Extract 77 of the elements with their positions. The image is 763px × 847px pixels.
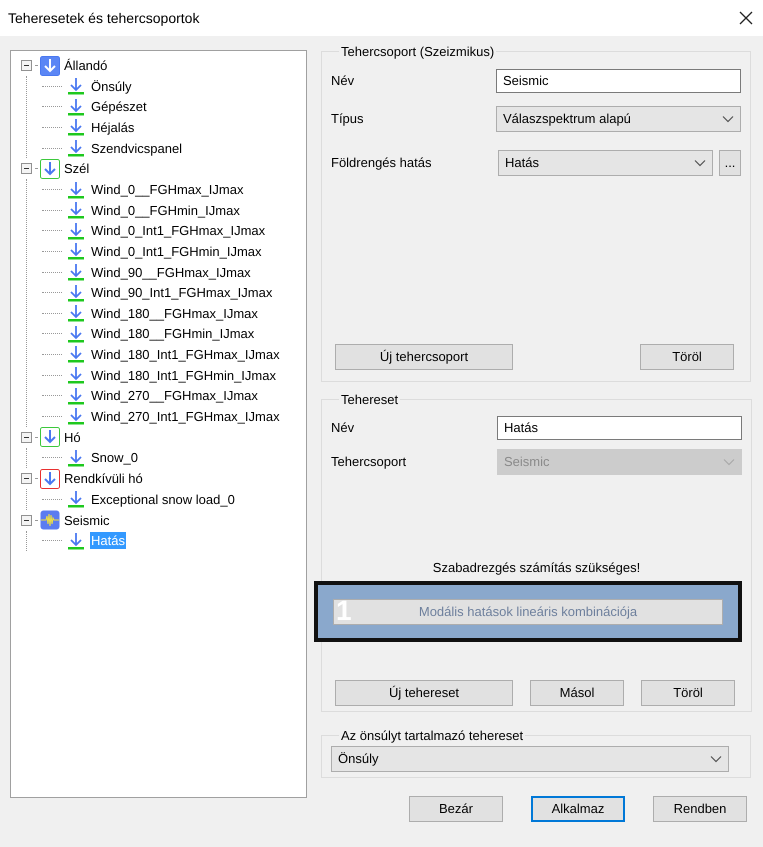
- tree-item[interactable]: Wind_90_Int1_FGHmax_IJmax: [90, 284, 274, 302]
- group-title: Tehercsoport (Szeizmikus): [340, 43, 496, 61]
- effect-dropdown[interactable]: Hatás: [498, 150, 713, 176]
- down-arrow-icon: [67, 324, 85, 343]
- more-button[interactable]: ...: [719, 150, 741, 176]
- copy-button[interactable]: Másol: [530, 680, 624, 706]
- tree-item[interactable]: Wind_0_Int1_FGHmin_IJmax: [90, 242, 263, 260]
- chevron-down-icon: [723, 458, 735, 466]
- type-dropdown[interactable]: Válaszspektrum alapú: [496, 106, 741, 132]
- down-arrow-icon: [67, 263, 85, 282]
- tree-item[interactable]: Wind_180_Int1_FGHmin_IJmax: [90, 366, 277, 384]
- field-label: Név: [331, 72, 354, 90]
- down-arrow-icon: [67, 366, 85, 384]
- down-arrow-icon: [67, 386, 85, 405]
- tree-item[interactable]: Snow_0: [90, 449, 139, 466]
- delete-button[interactable]: Töröl: [640, 344, 734, 370]
- delete-button[interactable]: Töröl: [641, 680, 735, 706]
- tree-item[interactable]: Wind_90__FGHmax_IJmax: [90, 264, 252, 281]
- down-arrow-icon: [67, 118, 85, 136]
- new-group-button[interactable]: Új tehercsoport: [335, 344, 513, 370]
- down-arrow-icon: [67, 407, 85, 426]
- tree-item[interactable]: Állandó: [63, 57, 108, 74]
- tree-item[interactable]: Seismic: [63, 512, 111, 529]
- collapse-icon[interactable]: [21, 432, 32, 442]
- dialog-button[interactable]: Alkalmaz: [531, 796, 625, 822]
- down-arrow-icon: [67, 304, 85, 322]
- tree-item[interactable]: Rendkívüli hó: [63, 470, 144, 488]
- group-title: Tehereset: [340, 391, 400, 409]
- down-arrow-icon: [67, 222, 85, 240]
- close-icon[interactable]: [739, 11, 753, 25]
- tree-item[interactable]: Wind_0_Int1_FGHmax_IJmax: [90, 222, 266, 240]
- down-arrow-icon: [67, 98, 85, 116]
- tree-item[interactable]: Wind_270__FGHmax_IJmax: [90, 387, 259, 404]
- dialog-button[interactable]: Rendben: [653, 796, 747, 822]
- chevron-down-icon: [722, 114, 734, 122]
- tree-item[interactable]: Wind_0__FGHmin_IJmax: [90, 202, 241, 219]
- down-arrow-icon: [67, 448, 85, 467]
- down-arrow-icon: [67, 201, 85, 220]
- tree-item[interactable]: Szendvicspanel: [90, 140, 184, 157]
- tree-item[interactable]: Wind_180_Int1_FGHmax_IJmax: [90, 346, 281, 363]
- dialog-button[interactable]: Bezár: [409, 796, 503, 822]
- window-title: Teheresetek és tehercsoportok: [8, 8, 200, 28]
- group-title: Az önsúlyt tartalmazó tehereset: [340, 727, 524, 745]
- down-arrow-icon: [67, 284, 85, 302]
- field-label: Földrengés hatás: [331, 154, 432, 172]
- collapse-icon[interactable]: [21, 60, 32, 71]
- tree-item[interactable]: Wind_270_Int1_FGHmax_IJmax: [90, 408, 281, 425]
- chevron-down-icon: [694, 158, 706, 166]
- self-weight-dropdown[interactable]: Önsúly: [331, 746, 729, 772]
- down-arrow-icon: [67, 532, 85, 550]
- text-field[interactable]: Hatás: [497, 416, 742, 440]
- down-arrow-icon: [67, 490, 85, 508]
- tree-item[interactable]: Szél: [63, 160, 90, 178]
- tree-item[interactable]: Hó: [63, 428, 82, 446]
- down-arrow-icon: [67, 242, 85, 260]
- down-arrow-icon: [67, 77, 85, 96]
- field-label: Név: [331, 418, 354, 437]
- tree-item[interactable]: Gépészet: [90, 98, 148, 116]
- wave-icon: [40, 510, 60, 530]
- field-label: Tehercsoport: [331, 452, 406, 471]
- down-arrow-icon: [67, 345, 85, 364]
- new-case-button[interactable]: Új tehereset: [335, 680, 513, 706]
- down-arrow-icon: [67, 180, 85, 199]
- field-label: Típus: [331, 110, 364, 128]
- collapse-icon[interactable]: [21, 163, 32, 174]
- tree-item[interactable]: Wind_180__FGHmax_IJmax: [90, 304, 259, 322]
- tree-item[interactable]: Héjalás: [90, 118, 136, 136]
- collapse-icon[interactable]: [21, 514, 32, 526]
- chevron-down-icon: [710, 754, 722, 762]
- tree-item[interactable]: Exceptional snow load_0: [90, 490, 236, 508]
- tree-item[interactable]: Wind_0__FGHmax_IJmax: [90, 181, 244, 198]
- text-field[interactable]: Seismic: [496, 68, 741, 92]
- down-arrow-icon: [67, 139, 85, 158]
- tree-item[interactable]: Önsúly: [90, 78, 132, 95]
- tree-item[interactable]: Wind_180__FGHmin_IJmax: [90, 325, 256, 342]
- warning-message: Szabadrezgés számítás szükséges!: [432, 558, 642, 577]
- collapse-icon[interactable]: [21, 473, 32, 484]
